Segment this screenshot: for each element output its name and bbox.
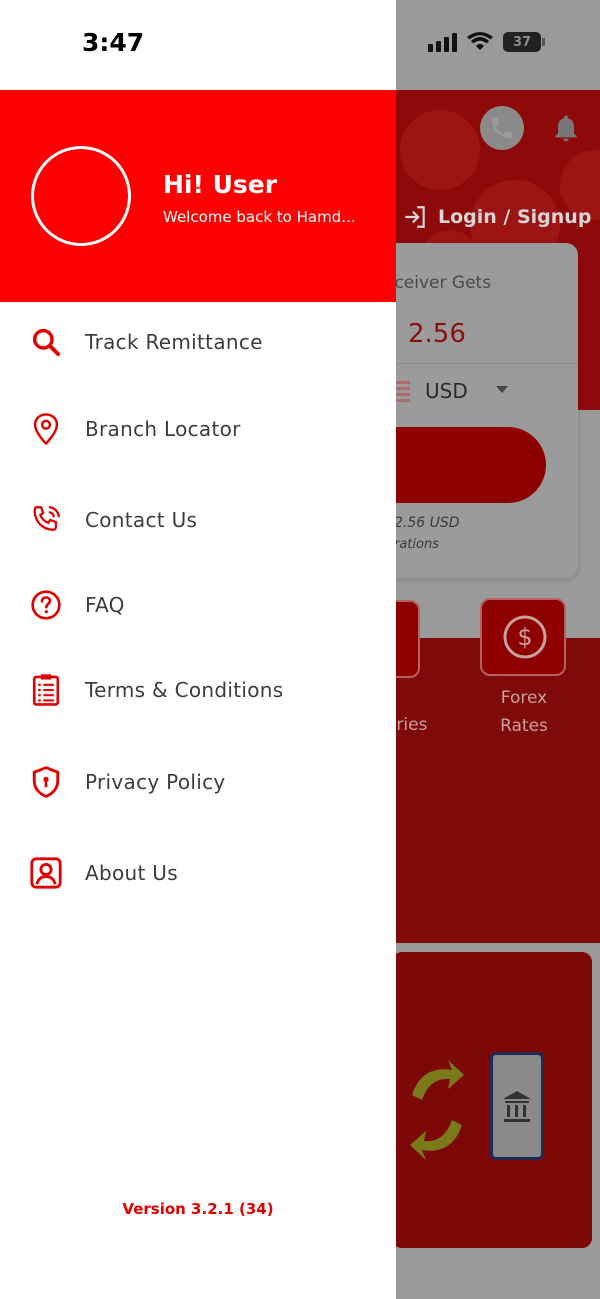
location-pin-icon: [26, 409, 66, 449]
drawer-header: Hi! User Welcome back to Hamd...: [0, 90, 396, 302]
navigation-drawer: Hi! User Welcome back to Hamd... Track R…: [0, 90, 396, 1299]
menu-item-label: Contact Us: [85, 508, 198, 532]
shield-icon: [26, 762, 66, 802]
exchange-arrows-icon: [410, 1060, 464, 1160]
bell-icon: [555, 115, 577, 142]
avatar[interactable]: [31, 146, 131, 246]
cellular-signal-icon: [428, 32, 457, 52]
menu-item-faq[interactable]: FAQ: [0, 575, 396, 635]
svg-text:$: $: [517, 623, 532, 651]
menu-item-about-us[interactable]: About Us: [0, 843, 396, 903]
menu-item-terms-conditions[interactable]: Terms & Conditions: [0, 660, 396, 720]
chevron-down-icon: [496, 386, 508, 393]
menu-item-privacy-policy[interactable]: Privacy Policy: [0, 752, 396, 812]
user-greeting: Hi! User: [163, 170, 278, 199]
dollar-icon: $: [503, 615, 547, 659]
login-icon: [405, 206, 425, 228]
menu-item-label: About Us: [85, 861, 178, 885]
background-calculator-card: eceiver Gets 2.56 USD 2.56 USD rations: [360, 243, 578, 578]
phone-bank-illustration: [490, 1052, 544, 1160]
battery-icon: 37: [503, 32, 545, 52]
menu-item-label: Terms & Conditions: [85, 678, 284, 702]
menu-item-branch-locator[interactable]: Branch Locator: [0, 399, 396, 459]
menu-item-contact-us[interactable]: Contact Us: [0, 490, 396, 550]
clipboard-icon: [26, 670, 66, 710]
user-icon: [26, 853, 66, 893]
status-time: 3:47: [82, 28, 145, 57]
status-icons: 37: [428, 32, 545, 52]
question-icon: [26, 585, 66, 625]
phone-call-icon: [26, 500, 66, 540]
login-signup-link: Login / Signup: [402, 204, 591, 230]
menu-item-track-remittance[interactable]: Track Remittance: [0, 312, 396, 372]
status-bar: 3:47: [0, 0, 396, 90]
menu-item-label: FAQ: [85, 593, 125, 617]
app-version: Version 3.2.1 (34): [122, 1200, 274, 1218]
menu-item-label: Track Remittance: [85, 330, 263, 354]
menu-item-label: Branch Locator: [85, 417, 241, 441]
whatsapp-icon: [480, 106, 524, 150]
search-icon: [26, 322, 66, 362]
wifi-icon: [467, 32, 493, 50]
menu-item-label: Privacy Policy: [85, 770, 226, 794]
welcome-message: Welcome back to Hamd...: [163, 208, 356, 226]
